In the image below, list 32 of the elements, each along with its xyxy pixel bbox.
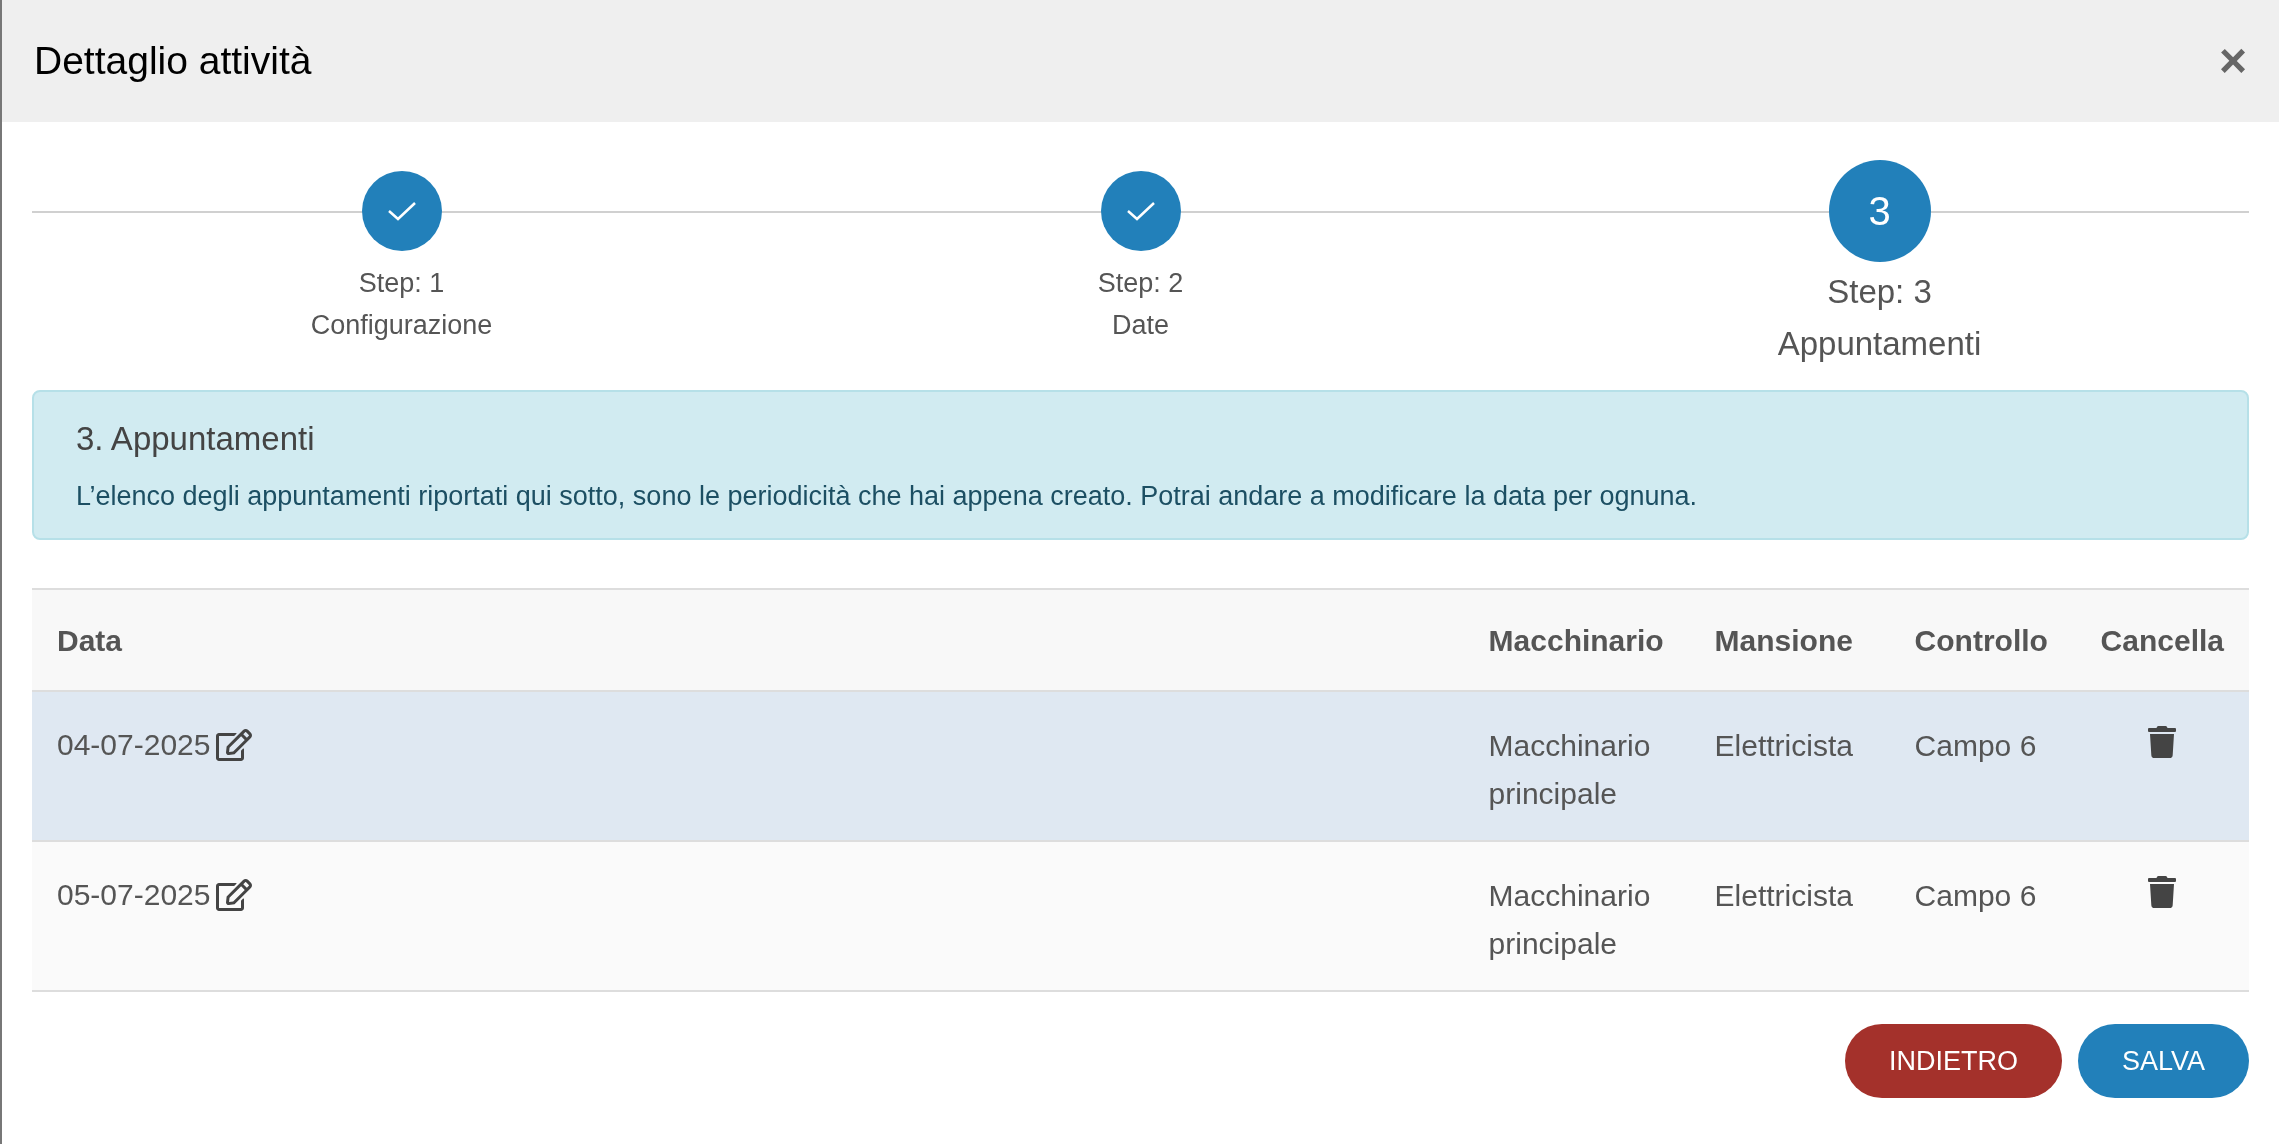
column-header: Mansione (1689, 589, 1890, 691)
step-number[interactable]: 3 (1828, 160, 1931, 262)
date-cell-text: 05-07-2025 (57, 877, 211, 913)
edit-icon[interactable] (216, 727, 253, 762)
alert-text: L’elenco degli appuntamenti riportati qui sotto, sono le periodicità che hai appena creato. Potrai andare a modificare la data per ognuna. (76, 479, 1699, 513)
column-header: Data (32, 589, 1464, 691)
save-button[interactable]: SALVA (2077, 1024, 2249, 1098)
column-header: Cancella (2075, 589, 2249, 691)
machine-cell-text: Macchinario principale (1488, 878, 1652, 962)
column-header: Macchinario (1463, 589, 1690, 691)
trash-icon[interactable] (2148, 876, 2177, 908)
step-label: Step: 3 (1827, 272, 1932, 312)
role-cell: Elettricista (1714, 879, 1853, 912)
edit-icon[interactable] (216, 877, 253, 912)
control-cell: Campo 6 (1914, 879, 2037, 912)
table-row-highlight[interactable]: 05-07-2025 (32, 841, 1464, 991)
date-cell-text: 04-07-2025 (57, 727, 211, 763)
step-name: Date (1111, 309, 1169, 342)
dialog-title: Dettaglio attività (34, 37, 312, 84)
alert-title: 3. Appuntamenti (76, 419, 316, 459)
step-label: Step: 1 (358, 267, 445, 300)
back-button[interactable]: INDIETRO (1844, 1024, 2062, 1098)
column-header: Controllo (1889, 589, 2076, 691)
table-row-highlight[interactable]: 04-07-2025 (32, 691, 1464, 841)
control-cell: Campo 6 (1914, 729, 2037, 762)
step-name: Appuntamenti (1777, 324, 1982, 364)
step-label: Step: 2 (1097, 267, 1184, 300)
close-button[interactable]: × (2218, 37, 2247, 85)
step-name: Configurazione (310, 309, 493, 342)
role-cell: Elettricista (1714, 729, 1853, 762)
trash-icon[interactable] (2148, 726, 2177, 758)
machine-cell-text: Macchinario principale (1488, 728, 1652, 812)
